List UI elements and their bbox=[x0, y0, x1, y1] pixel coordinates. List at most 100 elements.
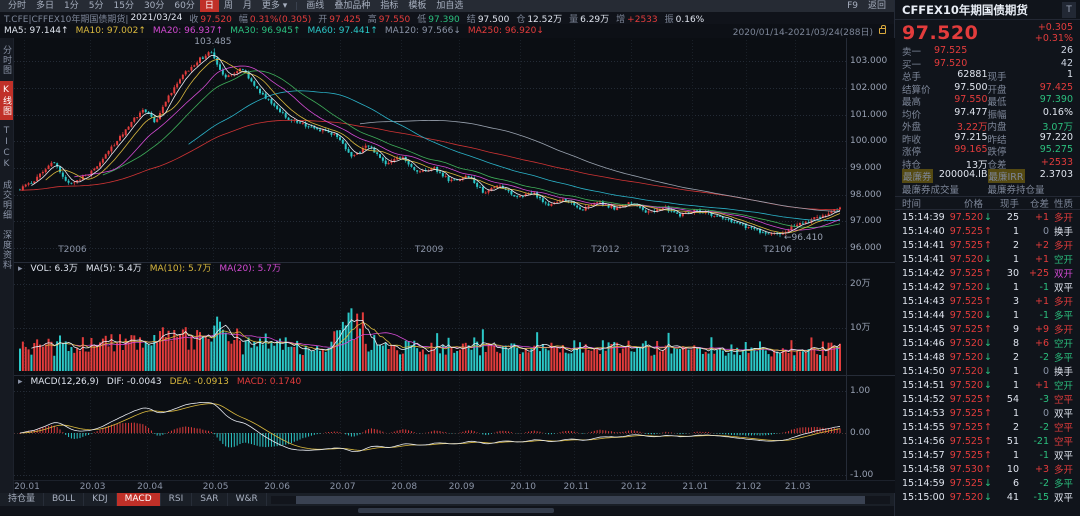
tool-item-画线[interactable]: 画线 bbox=[301, 0, 329, 12]
lock-icon[interactable] bbox=[879, 25, 886, 34]
tick-time: 15:14:58 bbox=[902, 463, 945, 475]
period-tab-15分[interactable]: 15分 bbox=[109, 0, 139, 12]
tick-time: 15:14:41 bbox=[902, 239, 945, 251]
x-axis-label: 20.07 bbox=[329, 482, 356, 492]
tick-row[interactable]: 15:14:55 97.525 ↑ 2 -2 空平 bbox=[902, 420, 1073, 435]
indicator-tab-KDJ[interactable]: KDJ bbox=[84, 493, 117, 506]
ma-legend-item: MA5: 97.144↑ bbox=[4, 26, 69, 36]
tick-price: 97.530 bbox=[949, 463, 983, 475]
tick-row[interactable]: 15:14:43 97.525 ↑ 3 +1 多开 bbox=[902, 294, 1073, 309]
tick-row[interactable]: 15:14:51 97.520 ↓ 1 +1 空开 bbox=[902, 378, 1073, 393]
tick-volume: 1 bbox=[1012, 281, 1019, 293]
period-tab-更多[interactable]: 更多 ▾ bbox=[257, 0, 292, 12]
bid-qty: 42 bbox=[1060, 58, 1073, 69]
tick-row[interactable]: 15:15:00 97.520 ↓ 41 -15 双平 bbox=[902, 490, 1073, 505]
sidebar-item-分时图[interactable]: 分时图 bbox=[0, 41, 13, 79]
bid-price: 97.520 bbox=[934, 58, 968, 69]
horizontal-scrollbar[interactable] bbox=[0, 506, 894, 515]
tick-row[interactable]: 15:14:42 97.525 ↑ 30 +25 双开 bbox=[902, 266, 1073, 281]
period-tab-30分[interactable]: 30分 bbox=[139, 0, 169, 12]
tick-time: 15:14:42 bbox=[902, 267, 945, 279]
indicator-tab-MACD[interactable]: MACD bbox=[116, 493, 161, 506]
tick-price: 97.520 bbox=[949, 309, 983, 321]
tick-oi-delta: -1 bbox=[1039, 281, 1049, 293]
period-tab-1分[interactable]: 1分 bbox=[59, 0, 84, 12]
tick-nature: 空平 bbox=[1053, 437, 1073, 448]
indicator-tab-W&R[interactable]: W&R bbox=[228, 493, 267, 506]
tick-nature: 双平 bbox=[1053, 493, 1073, 504]
tick-row[interactable]: 15:14:41 97.520 ↓ 1 +1 空开 bbox=[902, 252, 1073, 267]
ask-row: 卖一 97.525 26 bbox=[895, 44, 1080, 58]
period-tab-日[interactable]: 日 bbox=[199, 0, 219, 12]
tool-item-模板[interactable]: 模板 bbox=[403, 0, 431, 12]
tick-oi-delta: -2 bbox=[1039, 421, 1049, 433]
chart-type-sidebar: 分时图 K线图 TICK 成交明细深度资料 bbox=[0, 38, 14, 493]
tick-row[interactable]: 15:14:53 97.525 ↑ 1 0 双平 bbox=[902, 406, 1073, 421]
tick-row[interactable]: 15:14:44 97.520 ↓ 1 -1 多平 bbox=[902, 308, 1073, 323]
tick-nature: 双平 bbox=[1053, 283, 1073, 294]
tick-row[interactable]: 15:14:58 97.530 ↑ 10 +3 多开 bbox=[902, 462, 1073, 477]
tick-row[interactable]: 15:14:50 97.520 ↓ 1 0 换手 bbox=[902, 364, 1073, 379]
sidebar-item-成交明细[interactable]: 成交明细 bbox=[0, 176, 13, 224]
tick-row[interactable]: 15:14:40 97.525 ↑ 1 0 换手 bbox=[902, 224, 1073, 239]
last-price: 97.520 bbox=[902, 21, 979, 44]
x-axis-label: 20.09 bbox=[448, 482, 475, 492]
toolbar-button-返回[interactable]: 返回 bbox=[863, 0, 891, 12]
x-axis-label: 21.02 bbox=[735, 482, 762, 492]
tick-nature: 换手 bbox=[1053, 227, 1073, 238]
tick-row[interactable]: 15:14:57 97.525 ↑ 1 -1 双平 bbox=[902, 448, 1073, 463]
side-tab-t[interactable]: T bbox=[1062, 1, 1076, 18]
tick-row[interactable]: 15:14:56 97.525 ↑ 51 -21 空平 bbox=[902, 434, 1073, 449]
tick-nature: 空开 bbox=[1053, 255, 1073, 266]
tick-row[interactable]: 15:14:41 97.525 ↑ 2 +2 多开 bbox=[902, 238, 1073, 253]
tick-nature: 换手 bbox=[1053, 367, 1073, 378]
tick-nature: 双平 bbox=[1053, 409, 1073, 420]
tick-row[interactable]: 15:14:45 97.525 ↑ 9 +9 多开 bbox=[902, 322, 1073, 337]
field-label: 高 bbox=[367, 14, 377, 25]
period-tab-分时[interactable]: 分时 bbox=[3, 0, 31, 12]
indicator-tab-RSI[interactable]: RSI bbox=[161, 493, 193, 506]
field-value: +2533 bbox=[627, 14, 658, 25]
indicator-tab-持仓量[interactable]: 持仓量 bbox=[0, 493, 45, 506]
tool-item-叠加品种[interactable]: 叠加品种 bbox=[329, 0, 375, 12]
dim-field: 最廉券成交量 bbox=[902, 182, 988, 196]
dim-field-label: 最廉券持仓量 bbox=[987, 184, 1045, 196]
period-tab-月[interactable]: 月 bbox=[238, 0, 257, 12]
tick-row[interactable]: 15:14:42 97.520 ↓ 1 -1 双平 bbox=[902, 280, 1073, 295]
candlestick-chart-canvas[interactable] bbox=[14, 38, 895, 480]
indicator-tab-BOLL[interactable]: BOLL bbox=[44, 493, 85, 506]
tool-item-指标[interactable]: 指标 bbox=[375, 0, 403, 12]
toolbar-button-F9[interactable]: F9 bbox=[842, 0, 863, 12]
tick-time: 15:14:55 bbox=[902, 421, 945, 433]
tick-price: 97.520 bbox=[949, 281, 983, 293]
tick-price: 97.525 bbox=[949, 239, 983, 251]
sidebar-item-TICK[interactable]: TICK bbox=[2, 122, 12, 174]
tick-row[interactable]: 15:14:52 97.525 ↑ 54 -3 空平 bbox=[902, 392, 1073, 407]
tool-item-加自选[interactable]: 加自选 bbox=[431, 0, 468, 12]
sidebar-item-K线图[interactable]: K线图 bbox=[0, 81, 13, 120]
period-tab-多日[interactable]: 多日 bbox=[31, 0, 59, 12]
period-tabs: 分时 多日 1分 5分 15分 30分 60分日周月更多 ▾ bbox=[3, 0, 292, 12]
quote-header: CFFEX10年期国债期货 T bbox=[895, 0, 1080, 20]
period-tab-5分[interactable]: 5分 bbox=[84, 0, 109, 12]
tick-row[interactable]: 15:14:59 97.525 ↓ 6 -2 多平 bbox=[902, 476, 1073, 491]
tick-direction-icon: ↑ bbox=[984, 239, 992, 251]
tick-row[interactable]: 15:14:39 97.520 ↓ 25 +1 多开 bbox=[902, 210, 1073, 225]
tick-price: 97.525 bbox=[949, 267, 983, 279]
sidebar-item-深度资料[interactable]: 深度资料 bbox=[0, 226, 13, 274]
chart-scrollbar-thumb[interactable] bbox=[295, 495, 866, 504]
tick-oi-delta: 0 bbox=[1042, 365, 1049, 377]
chart-scrollbar[interactable] bbox=[270, 495, 890, 504]
field-label: 收 bbox=[189, 14, 199, 25]
period-tab-60分[interactable]: 60分 bbox=[169, 0, 199, 12]
tick-nature: 多平 bbox=[1053, 353, 1073, 364]
tick-volume: 1 bbox=[1012, 253, 1019, 265]
indicator-tab-SAR[interactable]: SAR bbox=[192, 493, 228, 506]
tick-row[interactable]: 15:14:46 97.520 ↓ 8 +6 空开 bbox=[902, 336, 1073, 351]
tick-volume: 3 bbox=[1012, 295, 1019, 307]
tick-oi-delta: +3 bbox=[1034, 463, 1049, 475]
scrollbar-thumb[interactable] bbox=[357, 508, 555, 513]
tick-row[interactable]: 15:14:48 97.520 ↓ 2 -2 多平 bbox=[902, 350, 1073, 365]
period-tab-周[interactable]: 周 bbox=[219, 0, 238, 12]
x-axis-label: 20.10 bbox=[510, 482, 536, 492]
